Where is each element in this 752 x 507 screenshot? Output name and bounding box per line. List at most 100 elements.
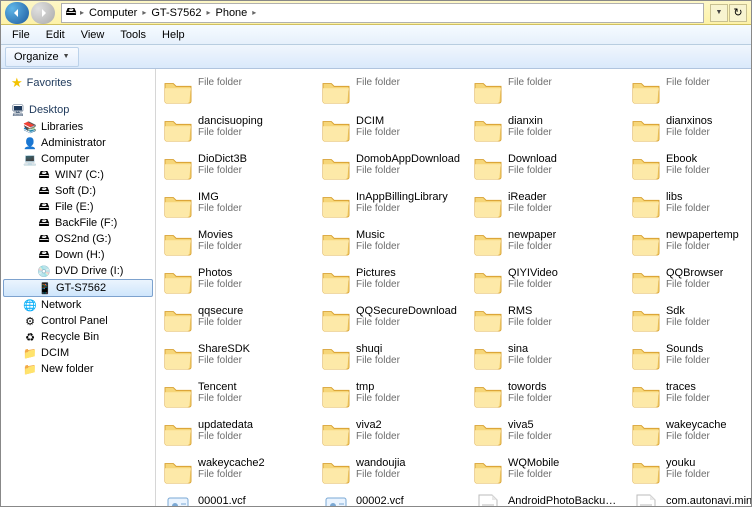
folder-item[interactable]: MusicFile folder [314, 225, 466, 263]
menu-view[interactable]: View [74, 27, 112, 43]
folder-item[interactable]: wakeycache2File folder [156, 453, 314, 491]
file-icon [162, 493, 194, 506]
item-name: RMS [508, 305, 552, 317]
folder-item[interactable]: EbookFile folder [624, 149, 751, 187]
folder-item[interactable]: towordsFile folder [466, 377, 624, 415]
breadcrumb-bar[interactable]: 🖴 ▸ Computer ▸ GT-S7562 ▸ Phone ▸ [61, 3, 704, 23]
folder-item[interactable]: QIYIVideoFile folder [466, 263, 624, 301]
breadcrumb-item[interactable]: GT-S7562 [148, 7, 204, 19]
file-icon [320, 493, 352, 506]
item-name: updatedata [198, 419, 253, 431]
folder-icon [630, 151, 662, 183]
item-name: iReader [508, 191, 552, 203]
folder-item[interactable]: dancisuopingFile folder [156, 111, 314, 149]
folder-item[interactable]: IMGFile folder [156, 187, 314, 225]
menu-tools[interactable]: Tools [113, 27, 153, 43]
folder-item[interactable]: PicturesFile folder [314, 263, 466, 301]
sidebar-desktop[interactable]: 🖥 Desktop [1, 101, 155, 119]
folder-item[interactable]: shuqiFile folder [314, 339, 466, 377]
sidebar-item[interactable]: 📚Libraries [1, 119, 155, 135]
sidebar-item[interactable]: 🖴OS2nd (G:) [1, 231, 155, 247]
item-name: newpaper [508, 229, 556, 241]
folder-item[interactable]: wandoujiaFile folder [314, 453, 466, 491]
folder-item[interactable]: TencentFile folder [156, 377, 314, 415]
folder-item[interactable]: viva2File folder [314, 415, 466, 453]
folder-item[interactable]: PhotosFile folder [156, 263, 314, 301]
file-list[interactable]: File folderFile folderFile folderFile fo… [156, 69, 751, 506]
folder-icon [162, 151, 194, 183]
folder-item[interactable]: File folder [466, 73, 624, 111]
folder-item[interactable]: File folder [624, 73, 751, 111]
sidebar-item[interactable]: 🖴Down (H:) [1, 247, 155, 263]
folder-item[interactable]: DownloadFile folder [466, 149, 624, 187]
folder-item[interactable]: tracesFile folder [624, 377, 751, 415]
nav-back-button[interactable] [5, 2, 29, 24]
folder-icon [162, 227, 194, 259]
sidebar-item[interactable]: 🌐Network [1, 297, 155, 313]
folder-item[interactable]: tmpFile folder [314, 377, 466, 415]
sidebar-item[interactable]: 📱GT-S7562 [3, 279, 153, 297]
history-dropdown-button[interactable]: ▼ [710, 4, 728, 22]
folder-item[interactable]: DomobAppDownloadFile folder [314, 149, 466, 187]
folder-item[interactable]: wakeycacheFile folder [624, 415, 751, 453]
item-name: com.autonavi.minimap_0.log [666, 495, 751, 506]
folder-item[interactable]: dianxinosFile folder [624, 111, 751, 149]
breadcrumb-item[interactable]: Computer [86, 7, 140, 19]
folder-item[interactable]: File folder [156, 73, 314, 111]
folder-item[interactable]: iReaderFile folder [466, 187, 624, 225]
folder-item[interactable]: QQSecureDownloadFile folder [314, 301, 466, 339]
sidebar-item[interactable]: ♻Recycle Bin [1, 329, 155, 345]
folder-item[interactable]: qqsecureFile folder [156, 301, 314, 339]
folder-item[interactable]: viva5File folder [466, 415, 624, 453]
cpanel-icon: ⚙ [23, 314, 37, 328]
folder-item[interactable]: DCIMFile folder [314, 111, 466, 149]
sidebar-item[interactable]: 👤Administrator [1, 135, 155, 151]
item-type: File folder [198, 165, 247, 176]
sidebar-item[interactable]: 🖴Soft (D:) [1, 183, 155, 199]
folder-item[interactable]: MoviesFile folder [156, 225, 314, 263]
folder-item[interactable]: newpaperFile folder [466, 225, 624, 263]
folder-item[interactable]: SdkFile folder [624, 301, 751, 339]
menu-help[interactable]: Help [155, 27, 192, 43]
folder-icon [162, 113, 194, 145]
nav-forward-button[interactable] [31, 2, 55, 24]
folder-item[interactable]: QQBrowserFile folder [624, 263, 751, 301]
file-item[interactable]: 00002.vcfVCard file8.42 KB [314, 491, 466, 506]
breadcrumb-item[interactable]: Phone [212, 7, 250, 19]
drive-icon: 🖴 [37, 248, 51, 262]
folder-item[interactable]: WQMobileFile folder [466, 453, 624, 491]
sidebar-item[interactable]: 🖴BackFile (F:) [1, 215, 155, 231]
organize-button[interactable]: Organize ▼ [5, 47, 79, 67]
computer-icon: 💻 [23, 152, 37, 166]
item-type: File folder [508, 203, 552, 214]
folder-item[interactable]: dianxinFile folder [466, 111, 624, 149]
item-name: sina [508, 343, 552, 355]
folder-item[interactable]: File folder [314, 73, 466, 111]
folder-item[interactable]: RMSFile folder [466, 301, 624, 339]
folder-item[interactable]: libsFile folder [624, 187, 751, 225]
sidebar-item[interactable]: 🖴WIN7 (C:) [1, 167, 155, 183]
folder-item[interactable]: youkuFile folder [624, 453, 751, 491]
folder-item[interactable]: DioDict3BFile folder [156, 149, 314, 187]
file-item[interactable]: AndroidPhotoBackup.logText Document420 b… [466, 491, 624, 506]
folder-item[interactable]: ShareSDKFile folder [156, 339, 314, 377]
folder-item[interactable]: updatedataFile folder [156, 415, 314, 453]
file-icon [630, 493, 662, 506]
folder-item[interactable]: newpapertempFile folder [624, 225, 751, 263]
sidebar-item[interactable]: 💿DVD Drive (I:) [1, 263, 155, 279]
sidebar-item[interactable]: ⚙Control Panel [1, 313, 155, 329]
menu-file[interactable]: File [5, 27, 37, 43]
folder-item[interactable]: SoundsFile folder [624, 339, 751, 377]
sidebar-favorites[interactable]: ★ Favorites [1, 73, 155, 93]
sidebar-item[interactable]: 📁DCIM [1, 345, 155, 361]
refresh-button[interactable]: ↻ [729, 4, 747, 22]
file-item[interactable]: 00001.vcfVCard file82.0 KB [156, 491, 314, 506]
menu-edit[interactable]: Edit [39, 27, 72, 43]
file-item[interactable]: com.autonavi.minimap_0.logText Document0… [624, 491, 751, 506]
folder-item[interactable]: sinaFile folder [466, 339, 624, 377]
folder-item[interactable]: InAppBillingLibraryFile folder [314, 187, 466, 225]
sidebar-item[interactable]: 🖴File (E:) [1, 199, 155, 215]
sidebar-item[interactable]: 📁New folder [1, 361, 155, 377]
sidebar-item[interactable]: 💻Computer [1, 151, 155, 167]
folder-icon [472, 189, 504, 221]
